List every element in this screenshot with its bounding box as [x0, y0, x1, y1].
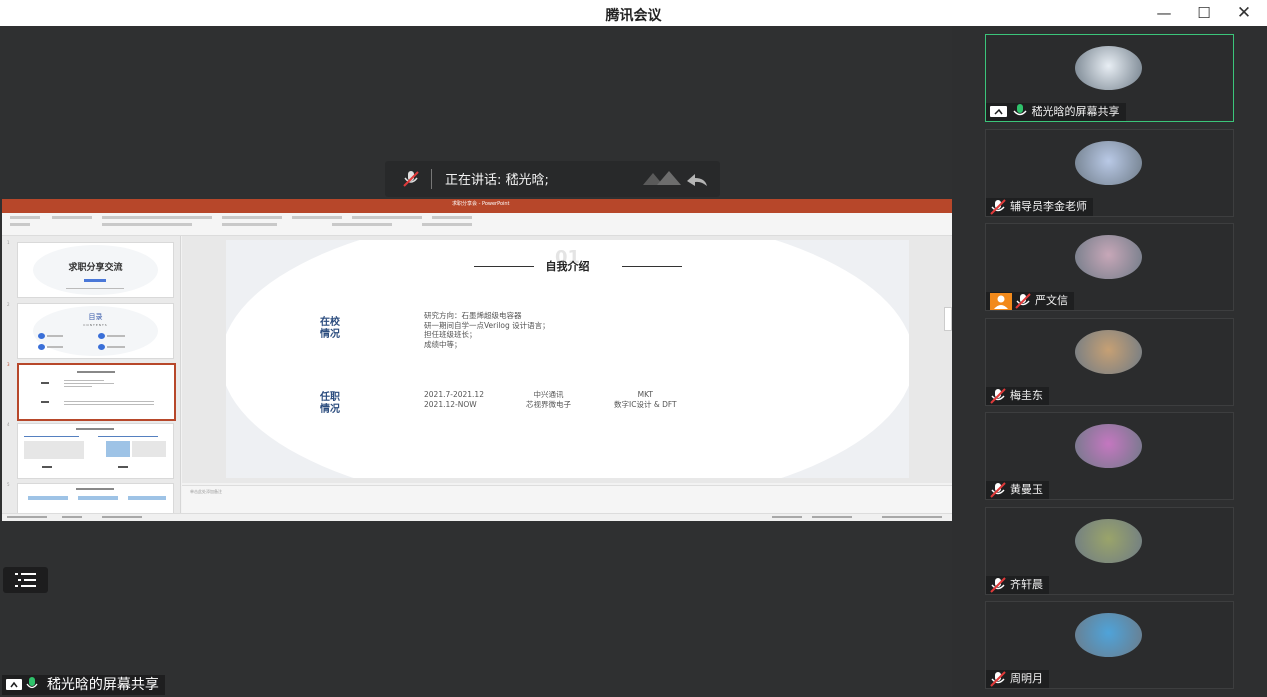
slide-thumbnail-selected[interactable] [17, 363, 176, 421]
window-title: 腾讯会议 [605, 8, 662, 24]
participant-name-tag: 嵇光晗的屏幕共享 [986, 103, 1126, 121]
shared-screen: 求职分享会 - PowerPoint 文件 开始 插入 设计 切换 动画 幻灯片… [2, 199, 952, 521]
maximize-button[interactable]: ☐ [1190, 3, 1218, 23]
work-role: MKT 数字IC设计 & DFT [614, 390, 677, 409]
slide-thumbnail[interactable]: 目录 CONTENTS [17, 303, 174, 359]
section-label-work: 任职 情况 [320, 392, 340, 415]
participant-name-tag: 黄曼玉 [986, 481, 1049, 499]
minimize-button[interactable]: — [1150, 3, 1178, 23]
speaking-indicator: 正在讲话: 嵇光晗; [385, 161, 720, 197]
work-company: 中兴通讯 芯视界微电子 [526, 390, 571, 409]
muted-mic-icon [990, 482, 1006, 498]
thumb-title: 目录 [88, 313, 103, 321]
participant-tile[interactable]: 嵇光晗的屏幕共享 [985, 34, 1234, 122]
participant-tile[interactable]: 周明月 [985, 601, 1234, 689]
slide-thumbnail[interactable] [17, 423, 174, 479]
participant-name: 齐轩晨 [1010, 577, 1043, 591]
reaction-icon[interactable] [643, 167, 713, 195]
avatar [1075, 518, 1142, 563]
muted-mic-icon [403, 170, 419, 192]
avatar [1075, 613, 1142, 657]
ppt-ribbon-tabs: 文件 开始 插入 设计 切换 动画 幻灯片放映 审阅 视图 帮助 操作说明搜索 [2, 206, 952, 222]
ppt-status-bar [2, 513, 952, 521]
slide-heading: 自我介绍 [545, 260, 590, 273]
screen-share-label: 嵇光晗的屏幕共享 [2, 675, 165, 695]
ppt-ribbon [2, 213, 952, 236]
divider [431, 169, 432, 189]
participant-tile[interactable]: 辅导员李金老师 [985, 128, 1234, 217]
avatar [1075, 140, 1142, 185]
member-list-button[interactable] [3, 567, 48, 593]
work-period: 2021.7-2021.12 2021.12-NOW [424, 390, 484, 409]
close-button[interactable]: ✕ [1230, 3, 1258, 23]
participant-name: 梅圭东 [1010, 388, 1043, 402]
participant-name-tag: 梅圭东 [986, 386, 1049, 405]
avatar [1075, 424, 1142, 468]
notes-pane[interactable]: 单击此处添加备注 [182, 485, 952, 514]
participant-name: 辅导员李金老师 [1010, 199, 1087, 213]
participant-tile[interactable]: 严文信 [985, 223, 1234, 311]
participant-name: 周明月 [1010, 672, 1043, 685]
speaking-text: 正在讲话: 嵇光晗; [445, 173, 549, 188]
avatar [1075, 235, 1142, 279]
participant-name-tag: 周明月 [986, 670, 1049, 688]
participant-tile[interactable]: 梅圭东 [985, 317, 1234, 406]
muted-mic-icon [990, 671, 1006, 687]
participant-name: 黄曼玉 [1010, 483, 1043, 496]
participant-name-tag: 齐轩晨 [986, 575, 1049, 594]
thumb-title: 求职分享交流 [68, 263, 123, 273]
mic-icon [1012, 104, 1027, 116]
slide-scrollbar[interactable] [944, 307, 952, 331]
avatar [1075, 46, 1142, 90]
section-label-school: 在校 情况 [320, 317, 340, 340]
host-badge-icon [990, 292, 1012, 310]
participant-tile[interactable]: 齐轩晨 [985, 506, 1234, 595]
main-stage: 正在讲话: 嵇光晗; 求职分享会 - PowerPoint 文件 开始 插入 设… [0, 26, 952, 697]
avatar [1075, 329, 1142, 374]
participant-sidebar: 嵇光晗的屏幕共享辅导员李金老师 严文信梅圭东黄曼玉齐轩晨周明月 [952, 26, 1267, 697]
school-details: 研究方向：石墨烯超级电容器 研一期间自学一点Verilog 设计语言； 担任班级… [424, 311, 550, 349]
slide-editor: 01 自我介绍 在校 情况 研究方向：石墨烯超级电容器 研一期间自学一点Veri… [182, 236, 952, 483]
screen-share-icon [990, 106, 1007, 117]
screen-share-icon [6, 679, 22, 690]
title-bar: 腾讯会议 — ☐ ✕ [0, 0, 1267, 27]
muted-mic-icon [990, 387, 1006, 404]
participant-name-tag: 严文信 [986, 292, 1074, 310]
mic-icon [26, 677, 38, 689]
muted-mic-icon [990, 576, 1006, 593]
participant-tile[interactable]: 黄曼玉 [985, 412, 1234, 500]
current-slide[interactable]: 01 自我介绍 在校 情况 研究方向：石墨烯超级电容器 研一期间自学一点Veri… [226, 240, 909, 478]
participant-name: 嵇光晗的屏幕共享 [1031, 105, 1120, 118]
participant-name-tag: 辅导员李金老师 [986, 197, 1093, 216]
thumb-subtitle: CONTENTS [83, 323, 108, 327]
participant-name: 严文信 [1035, 294, 1068, 307]
muted-mic-icon [1015, 293, 1031, 309]
notes-placeholder: 单击此处添加备注 [190, 489, 222, 494]
slide-thumbnail[interactable]: 求职分享交流 [17, 242, 174, 298]
slide-thumbnail-panel: 1 求职分享交流 2 目录 CONTENTS 3 4 5 [2, 236, 181, 521]
list-icon [15, 573, 36, 587]
muted-mic-icon [990, 198, 1006, 215]
